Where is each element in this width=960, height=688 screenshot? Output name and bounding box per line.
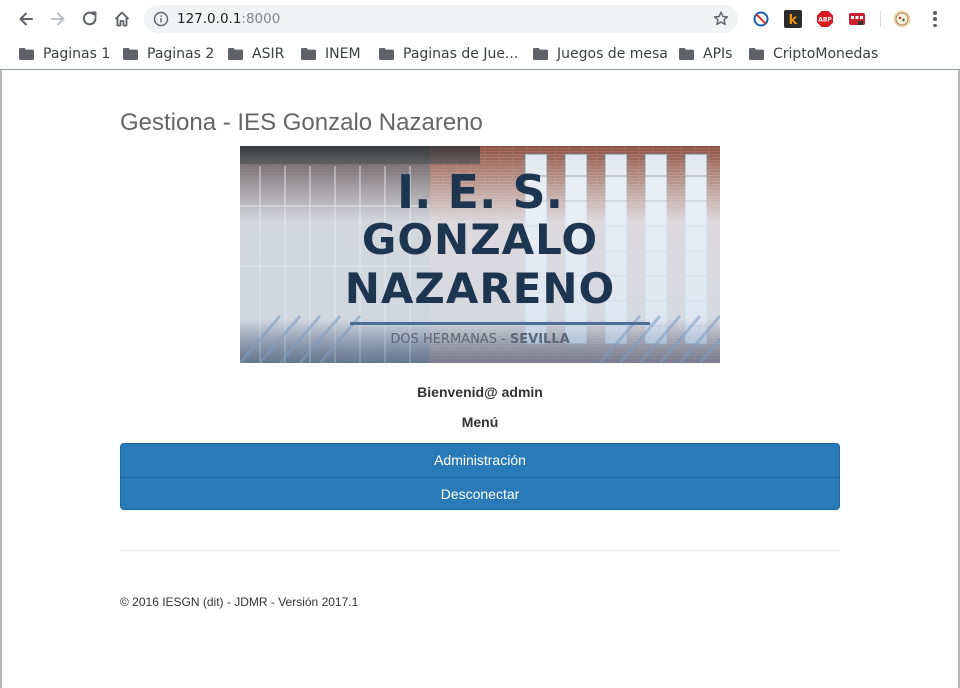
banner-line2: GONZALO: [362, 215, 598, 264]
k-icon: k: [784, 10, 802, 28]
window-border-left: [0, 70, 2, 688]
browser-chrome: 127.0.0.1:8000 k ABP Paginas 1 Paginas 2…: [0, 0, 960, 70]
menu-item-administracion[interactable]: Administración: [121, 444, 839, 477]
info-icon[interactable]: [153, 11, 169, 27]
video-icon: [849, 13, 865, 25]
bookmark-apis[interactable]: APIs: [679, 42, 732, 66]
welcome-message: Bienvenid@ admin: [417, 384, 543, 400]
arrow-left-icon: [19, 12, 33, 26]
bookmark-label: INEM: [325, 46, 361, 62]
bookmark-label: APIs: [703, 46, 733, 62]
abp-icon: ABP: [817, 11, 833, 27]
bookmark-label: Paginas de Jue...: [403, 46, 519, 62]
footer-divider: [120, 550, 840, 551]
svg-text:k: k: [789, 13, 798, 28]
main-menu: Administración Desconectar: [120, 443, 840, 510]
adblock-extension-button[interactable]: ABP: [816, 10, 834, 28]
dot-icon: [933, 11, 937, 15]
back-button[interactable]: [12, 5, 40, 33]
menu-heading: Menú: [461, 414, 499, 430]
home-icon: [114, 11, 130, 27]
bookmark-inem[interactable]: INEM: [301, 42, 361, 66]
folder-icon: [123, 48, 138, 60]
profile-icon: [893, 10, 911, 28]
bookmark-paginas-1[interactable]: Paginas 1: [19, 42, 110, 66]
arrow-right-icon: [51, 12, 65, 26]
dot-icon: [933, 23, 937, 27]
bookmark-criptomonedas[interactable]: CriptoMonedas: [749, 42, 878, 66]
banner-line3: NAZARENO: [345, 264, 616, 313]
address-bar[interactable]: 127.0.0.1:8000: [144, 5, 738, 33]
browser-menu-button[interactable]: [926, 9, 944, 29]
folder-icon: [301, 48, 316, 60]
block-extension-button[interactable]: [752, 10, 770, 28]
profile-button[interactable]: [893, 10, 911, 28]
video-extension-button[interactable]: [848, 10, 866, 28]
folder-icon: [533, 48, 548, 60]
bookmark-label: Paginas 2: [147, 46, 215, 62]
footer-text: © 2016 IESGN (dit) - JDMR - Versión 2017…: [120, 595, 359, 609]
bookmark-label: Juegos de mesa: [557, 46, 668, 62]
reload-button[interactable]: [76, 5, 104, 33]
browser-toolbar: 127.0.0.1:8000 k ABP: [0, 0, 960, 38]
school-banner-image: I. E. S. GONZALO NAZARENO DOS HERMANAS -…: [240, 146, 720, 363]
banner-subtitle-left: DOS HERMANAS -: [390, 332, 510, 347]
banner-subtitle-right: SEVILLA: [510, 332, 570, 347]
folder-icon: [19, 48, 34, 60]
bookmark-star-icon[interactable]: [712, 10, 730, 28]
svg-text:ABP: ABP: [818, 17, 832, 24]
bookmark-label: CriptoMonedas: [773, 46, 879, 62]
page-title: Gestiona - IES Gonzalo Nazareno: [120, 109, 483, 136]
bookmark-paginas-2[interactable]: Paginas 2: [123, 42, 214, 66]
reload-icon: [82, 11, 97, 26]
home-button[interactable]: [108, 5, 136, 33]
block-icon: [753, 11, 769, 27]
folder-icon: [379, 48, 394, 60]
banner-line1: I. E. S.: [397, 165, 563, 219]
bookmark-asir[interactable]: ASIR: [228, 42, 284, 66]
folder-icon: [228, 48, 243, 60]
k-extension-button[interactable]: k: [784, 10, 802, 28]
bookmark-paginas-de-juegos[interactable]: Paginas de Jue...: [379, 42, 518, 66]
menu-item-desconectar[interactable]: Desconectar: [121, 477, 839, 509]
dot-icon: [933, 17, 937, 21]
forward-button[interactable]: [44, 5, 72, 33]
folder-icon: [749, 48, 764, 60]
url-text: 127.0.0.1:8000: [177, 11, 280, 27]
folder-icon: [679, 48, 694, 60]
bookmark-label: ASIR: [252, 46, 285, 62]
url-host: 127.0.0.1: [177, 11, 242, 27]
bookmarks-bar: Paginas 1 Paginas 2 ASIR INEM Paginas de…: [0, 38, 960, 69]
url-port: :8000: [241, 11, 281, 27]
chrome-divider: [0, 69, 960, 70]
banner-subtitle: DOS HERMANAS - SEVILLA: [390, 332, 569, 347]
bookmark-label: Paginas 1: [43, 46, 111, 62]
bookmark-juegos-de-mesa[interactable]: Juegos de mesa: [533, 42, 668, 66]
toolbar-separator: [880, 11, 881, 27]
